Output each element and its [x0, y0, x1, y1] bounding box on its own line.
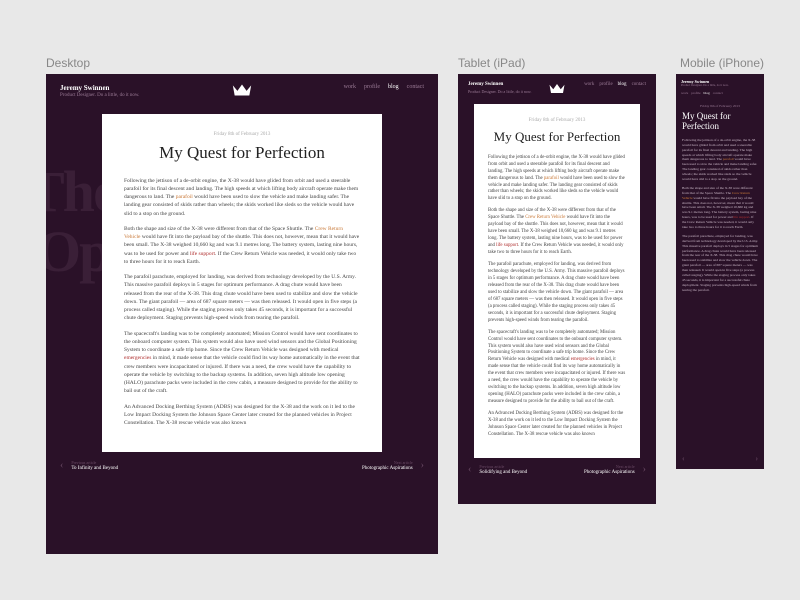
link-emergencies[interactable]: emergencies — [124, 355, 151, 361]
header: Jeremy Swinnen Product Designer. Do a li… — [676, 74, 764, 98]
link-life-support[interactable]: life support — [496, 243, 518, 248]
article-body: Following the jettison of a de-orbit eng… — [488, 155, 626, 439]
nav-work[interactable]: work — [681, 91, 688, 95]
frame-mobile: Jeremy Swinnen Product Designer. Do a li… — [676, 74, 764, 469]
link-parafoil[interactable]: parafoil — [544, 176, 559, 181]
nav-contact[interactable]: contact — [632, 82, 646, 87]
brand-name: Jeremy Swinnen — [60, 84, 139, 93]
next-article[interactable]: Next article Photographic Aspirations — [584, 464, 635, 475]
nav-profile[interactable]: profile — [599, 82, 612, 87]
brand[interactable]: Jeremy Swinnen Product Designer. Do a li… — [681, 79, 729, 88]
link-parafoil[interactable]: parafoil — [723, 157, 734, 161]
brand-tagline: Product Designer. Do a little, do it now… — [60, 93, 139, 100]
next-arrow-icon[interactable]: › — [643, 464, 646, 475]
prev-arrow-icon[interactable]: ‹ — [468, 464, 471, 475]
crown-logo[interactable] — [548, 82, 566, 100]
nav-blog[interactable]: blog — [704, 91, 710, 95]
article-body: Following the jettison of a de-orbit eng… — [676, 138, 764, 293]
nav-blog[interactable]: blog — [618, 82, 627, 87]
next-arrow-icon[interactable]: › — [421, 460, 424, 471]
brand[interactable]: Jeremy Swinnen Product Designer. Do a li… — [60, 84, 139, 100]
nav-profile[interactable]: profile — [364, 84, 380, 90]
nav-contact[interactable]: contact — [407, 84, 424, 90]
nav-work[interactable]: work — [584, 82, 594, 87]
nav-contact[interactable]: contact — [713, 91, 723, 95]
nav-blog[interactable]: blog — [388, 84, 399, 90]
label-mobile: Mobile (iPhone) — [680, 56, 764, 70]
article-card: Friday 8th of February 2013 My Quest for… — [474, 104, 640, 458]
frame-desktop: Thoughts & Opinions Jeremy Swinnen Produ… — [46, 74, 438, 554]
next-article[interactable]: Next article Photographic Aspirations — [362, 460, 413, 471]
brand[interactable]: Jeremy Swinnen Product Designer. Do a li… — [468, 82, 532, 94]
article-date: Friday 8th of February 2013 — [124, 132, 360, 137]
prev-arrow-icon[interactable]: ‹ — [60, 460, 63, 471]
pager: ‹ Previous article To Infinity and Beyon… — [46, 452, 438, 479]
link-life-support[interactable]: life support — [733, 215, 749, 219]
nav: work profile blog contact — [584, 82, 646, 87]
label-tablet: Tablet (iPad) — [458, 56, 525, 70]
link-parafoil[interactable]: parafoil — [176, 194, 193, 200]
header: Jeremy Swinnen Product Designer. Do a li… — [458, 74, 656, 98]
label-desktop: Desktop — [46, 56, 90, 70]
frame-tablet: Jeremy Swinnen Product Designer. Do a li… — [458, 74, 656, 504]
article-date: Friday 8th of February 2013 — [488, 118, 626, 123]
header: Jeremy Swinnen Product Designer. Do a li… — [46, 74, 438, 106]
nav-work[interactable]: work — [344, 84, 356, 90]
link-emergencies[interactable]: emergencies — [571, 357, 595, 362]
prev-article[interactable]: Previous article To Infinity and Beyond — [71, 460, 118, 471]
article-date: Friday 8th of February 2013 — [682, 104, 758, 108]
crown-logo[interactable] — [231, 82, 253, 103]
nav-profile[interactable]: profile — [691, 91, 700, 95]
canvas: Desktop Tablet (iPad) Mobile (iPhone) Th… — [0, 0, 800, 600]
pager: ‹ Previous article Solidifying and Beyon… — [458, 458, 656, 481]
article-card: Friday 8th of February 2013 My Quest for… — [102, 114, 382, 453]
nav: work profile blog contact — [681, 91, 723, 95]
nav: work profile blog contact — [344, 84, 424, 90]
prev-arrow-icon[interactable]: ‹ — [682, 454, 685, 463]
pager: ‹ › — [676, 454, 764, 463]
article-body: Following the jettison of a de-orbit eng… — [124, 177, 360, 428]
article-title: My Quest for Perfection — [124, 143, 360, 163]
article-title: My Quest for Perfection — [488, 129, 626, 145]
next-arrow-icon[interactable]: › — [755, 454, 758, 463]
prev-article[interactable]: Previous article Solidifying and Beyond — [479, 464, 527, 475]
link-life-support[interactable]: life support — [190, 251, 215, 257]
link-crv[interactable]: Crew Return Vehicle — [525, 215, 565, 220]
article-title: My Quest for Perfection — [682, 112, 758, 132]
